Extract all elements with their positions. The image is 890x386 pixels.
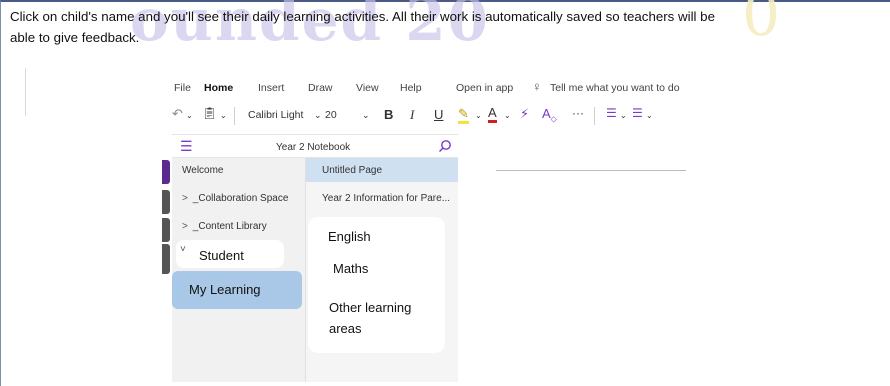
menu-insert[interactable]: Insert — [258, 82, 284, 94]
my-learning-section[interactable]: My Learning — [172, 271, 302, 309]
ribbon-toolbar: ↶ ⌄ 📋︎ ⌄ Calibri Light ⌄ 20 ⌄ B I U ✎ ⌄ … — [164, 102, 890, 130]
chevron-down-icon[interactable]: ⌄ — [314, 110, 322, 121]
section-color-tab — [162, 160, 170, 184]
notebook-title[interactable]: Year 2 Notebook — [276, 142, 350, 153]
learning-areas-list: English Maths Other learning areas — [308, 217, 445, 353]
menu-bar: File Home Insert Draw View Help Open in … — [164, 72, 890, 100]
chevron-down-icon[interactable]: ⌄ — [620, 111, 627, 120]
section-item-welcome[interactable]: Welcome — [172, 158, 306, 180]
menu-home[interactable]: Home — [204, 82, 233, 94]
section-item-collaboration-space[interactable]: > _Collaboration Space — [172, 186, 306, 208]
menu-open-in-app[interactable]: Open in app — [456, 82, 513, 94]
page-item-untitled[interactable]: Untitled Page — [306, 158, 458, 182]
chevron-down-icon[interactable]: ⌄ — [362, 110, 370, 121]
my-learning-label: My Learning — [189, 282, 261, 297]
page-item-year2-info[interactable]: Year 2 Information for Pare... — [306, 186, 458, 210]
menu-file[interactable]: File — [174, 82, 191, 94]
chevron-down-icon[interactable]: ⌄ — [475, 111, 482, 120]
separator — [234, 107, 235, 125]
student-section[interactable]: ˅ Student — [176, 240, 284, 268]
chevron-right-icon[interactable]: > — [182, 221, 190, 232]
underline-button[interactable]: U — [434, 107, 443, 122]
bullets-icon[interactable]: ☰ — [606, 106, 617, 120]
undo-icon[interactable]: ↶ — [172, 106, 183, 122]
section-label: _Content Library — [192, 221, 267, 232]
chevron-down-icon[interactable]: ˅ — [180, 244, 186, 255]
styles-icon[interactable]: A◇ — [542, 106, 557, 124]
hamburger-menu-icon[interactable]: ☰ — [180, 139, 193, 153]
instruction-line-1: Click on child's name and you'll see the… — [10, 9, 715, 24]
subject-other-learning[interactable]: Other learning — [329, 300, 411, 315]
divider — [25, 68, 26, 116]
chevron-down-icon[interactable]: ⌄ — [646, 111, 653, 120]
chevron-down-icon[interactable]: ⌄ — [504, 111, 511, 120]
font-color-icon[interactable]: A — [488, 105, 497, 123]
menu-draw[interactable]: Draw — [308, 82, 333, 94]
instruction-line-2: able to give feedback. — [10, 30, 140, 45]
lightbulb-icon: ♀ — [532, 79, 542, 94]
highlighter-icon[interactable]: ✎ — [458, 106, 469, 124]
separator — [594, 107, 595, 125]
format-painter-icon[interactable]: ⚡︎ — [520, 106, 529, 122]
menu-view[interactable]: View — [356, 82, 379, 94]
chevron-down-icon[interactable]: ⌄ — [220, 111, 227, 120]
clipboard-icon[interactable]: 📋︎ — [202, 106, 217, 120]
page-title-line — [496, 170, 686, 171]
italic-button[interactable]: I — [410, 107, 414, 123]
numbering-icon[interactable]: ☰ — [632, 106, 643, 120]
section-color-tab — [162, 218, 170, 242]
tell-me-search[interactable]: Tell me what you want to do — [550, 82, 680, 94]
bold-button[interactable]: B — [384, 107, 393, 122]
subject-english[interactable]: English — [328, 229, 371, 244]
section-label: Welcome — [182, 165, 224, 176]
subject-maths[interactable]: Maths — [333, 261, 368, 276]
more-options-icon[interactable]: ··· — [572, 106, 584, 120]
chevron-down-icon[interactable]: ⌄ — [186, 111, 193, 120]
font-size-select[interactable]: 20 — [325, 109, 337, 121]
section-label: _Collaboration Space — [192, 193, 289, 204]
subject-other-learning-cont[interactable]: areas — [329, 321, 362, 336]
section-list: Welcome > _Collaboration Space > _Conten… — [172, 158, 306, 382]
onenote-screenshot: File Home Insert Draw View Help Open in … — [162, 72, 890, 382]
font-name-select[interactable]: Calibri Light — [248, 109, 303, 121]
student-label: Student — [199, 248, 244, 263]
notebook-header: ☰ Year 2 Notebook — [172, 134, 458, 158]
menu-help[interactable]: Help — [400, 82, 422, 94]
search-icon[interactable] — [438, 139, 452, 153]
section-color-tab — [162, 190, 170, 214]
chevron-right-icon[interactable]: > — [182, 193, 190, 204]
section-color-tab — [162, 244, 170, 274]
instruction-text: Click on child's name and you'll see the… — [10, 6, 882, 48]
section-item-content-library[interactable]: > _Content Library — [172, 214, 306, 236]
